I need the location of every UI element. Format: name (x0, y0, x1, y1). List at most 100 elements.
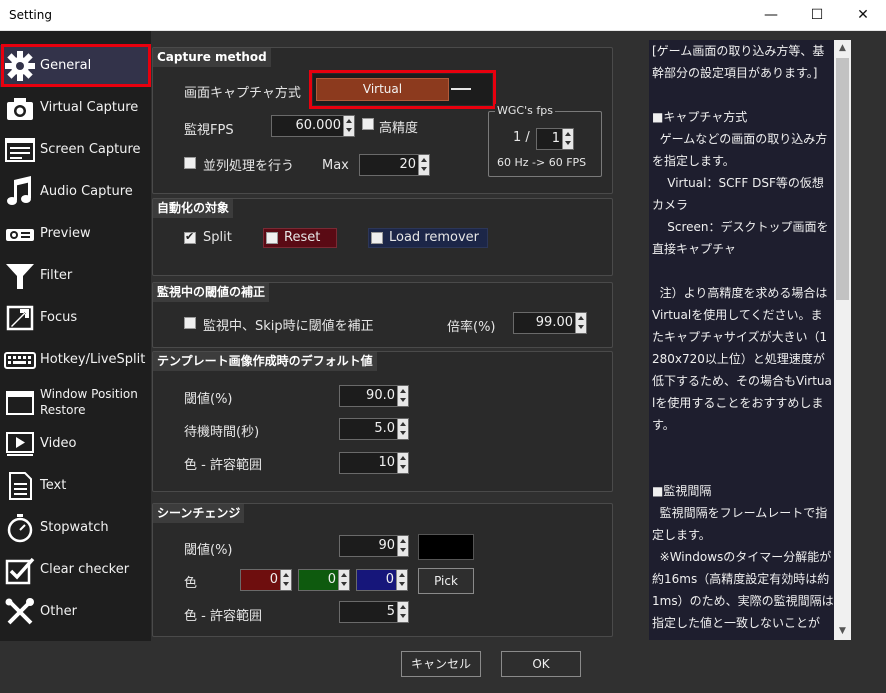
toggle-handle[interactable] (451, 88, 471, 90)
threshold-correction-checkbox[interactable] (184, 317, 196, 329)
wait-stepper[interactable]: 5.0 (339, 418, 409, 440)
wgc-fps-group: WGC's fps 1 / 1 60 Hz -> 60 FPS (488, 104, 602, 177)
scene-color-r-stepper[interactable]: 0 (240, 569, 292, 591)
screen-icon (5, 138, 35, 162)
title-bar: Setting — ☐ ✕ (0, 0, 886, 31)
sidebar-item-label: Screen Capture (40, 142, 141, 157)
sidebar-item-hotkey-livesplit[interactable]: Hotkey/LiveSplit (0, 339, 151, 381)
parallel-checkbox[interactable] (184, 157, 196, 169)
template-threshold-spin[interactable] (397, 386, 408, 406)
scroll-up-icon[interactable]: ▲ (834, 40, 851, 57)
sidebar-item-clear-checker[interactable]: Clear checker (0, 549, 151, 591)
split-label: Split (203, 230, 232, 245)
fps-spin[interactable] (343, 116, 354, 136)
scene-tolerance-stepper[interactable]: 5 (339, 601, 409, 623)
sidebar-item-label: Text (40, 478, 67, 493)
tools-icon (5, 598, 34, 625)
max-label: Max (322, 158, 349, 173)
ok-button[interactable]: OK (501, 651, 581, 677)
reset-checkbox[interactable] (266, 232, 278, 244)
sidebar-item-label: Hotkey/LiveSplit (40, 352, 146, 367)
scene-color-r-spin[interactable] (280, 570, 291, 590)
sidebar-item-text[interactable]: Text (0, 465, 151, 507)
wgc-spin[interactable] (562, 129, 573, 149)
description-text: [ゲーム画面の取り込み方等、基幹部分の設定項目があります。] ■キャプチャ方式 … (652, 44, 834, 630)
description-scrollbar[interactable]: ▲ ▼ (834, 40, 851, 640)
pick-button[interactable]: Pick (418, 568, 474, 594)
scene-threshold-label: 閾値(%) (184, 543, 233, 558)
sidebar-item-focus[interactable]: Focus (0, 297, 151, 339)
scene-tolerance-spin[interactable] (397, 602, 408, 622)
capture-method-toggle[interactable]: Virtual (313, 74, 492, 105)
sidebar-item-preview[interactable]: Preview (0, 213, 151, 255)
parallel-label: 並列処理を行う (203, 159, 295, 174)
load-remover-label: Load remover (389, 230, 480, 245)
scene-tolerance-label: 色 - 許容範囲 (184, 609, 262, 624)
load-remover-toggle[interactable]: Load remover (368, 228, 488, 248)
sidebar-item-stopwatch[interactable]: Stopwatch (0, 507, 151, 549)
scene-color-swatch[interactable] (418, 534, 474, 560)
sidebar-item-general[interactable]: General (0, 45, 151, 87)
cancel-button[interactable]: キャンセル (401, 651, 481, 677)
template-color-tolerance-stepper[interactable]: 10 (339, 452, 409, 474)
sidebar-item-filter[interactable]: Filter (0, 255, 151, 297)
high-precision-checkbox[interactable] (362, 118, 374, 130)
max-spin[interactable] (418, 155, 429, 175)
sidebar-item-label: Filter (40, 268, 73, 283)
scene-change-title: シーンチェンジ (153, 504, 245, 523)
ratio-value: 99.00 (535, 315, 573, 330)
sidebar-item-audio-capture[interactable]: Audio Capture (0, 171, 151, 213)
keyboard-icon (4, 352, 36, 369)
scene-color-g-value: 0 (327, 572, 336, 587)
scene-color-g-spin[interactable] (338, 570, 349, 590)
threshold-correction-title: 監視中の閾値の補正 (153, 283, 270, 302)
scene-color-b-stepper[interactable]: 0 (356, 569, 408, 591)
sidebar-item-screen-capture[interactable]: Screen Capture (0, 129, 151, 171)
template-threshold-value: 90.0 (366, 388, 395, 403)
settings-client: General Virtual Capture Screen Capture A… (0, 31, 886, 693)
close-button[interactable]: ✕ (840, 0, 886, 31)
wgc-info: 60 Hz -> 60 FPS (497, 156, 587, 169)
scene-color-g-stepper[interactable]: 0 (298, 569, 350, 591)
template-threshold-stepper[interactable]: 90.0 (339, 385, 409, 407)
sidebar-item-window-position-restore[interactable]: Window Position Restore (0, 381, 151, 423)
scene-threshold-spin[interactable] (397, 536, 408, 556)
wgc-denominator-value: 1 (551, 131, 560, 146)
sidebar-item-virtual-capture[interactable]: Virtual Capture (0, 87, 151, 129)
scroll-down-icon[interactable]: ▼ (834, 623, 851, 640)
load-remover-checkbox[interactable] (371, 232, 383, 244)
sidebar-item-label: Window Position Restore (40, 387, 138, 417)
template-defaults-title: テンプレート画像作成時のデフォルト値 (153, 352, 377, 371)
ratio-spin[interactable] (575, 313, 586, 333)
capture-method-label: 画面キャプチャ方式 (184, 86, 301, 101)
wait-spin[interactable] (397, 419, 408, 439)
scene-threshold-value: 90 (378, 538, 395, 553)
sidebar-item-label: Other (40, 604, 77, 619)
scene-threshold-stepper[interactable]: 90 (339, 535, 409, 557)
sidebar-item-video[interactable]: Video (0, 423, 151, 465)
split-checkbox[interactable] (184, 230, 196, 244)
wait-value: 5.0 (374, 421, 395, 436)
template-threshold-label: 閾値(%) (184, 392, 233, 407)
window-title: Setting (9, 8, 52, 22)
sidebar-item-label: Video (40, 436, 77, 451)
reset-toggle[interactable]: Reset (263, 228, 337, 248)
template-color-tolerance-spin[interactable] (397, 453, 408, 473)
window-icon (6, 391, 34, 415)
template-defaults-panel: テンプレート画像作成時のデフォルト値 閾値(%) 90.0 待機時間(秒) 5.… (152, 351, 613, 492)
scroll-thumb[interactable] (836, 58, 849, 300)
fps-stepper[interactable]: 60.000 (271, 115, 355, 137)
camera-icon (7, 98, 33, 120)
capture-method-virtual-button[interactable]: Virtual (316, 78, 449, 101)
scene-color-b-spin[interactable] (396, 570, 407, 590)
maximize-button[interactable]: ☐ (794, 0, 840, 31)
ratio-stepper[interactable]: 99.00 (513, 312, 587, 334)
sidebar-item-label: Audio Capture (40, 184, 133, 199)
minimize-button[interactable]: — (748, 0, 794, 31)
filter-icon (6, 264, 34, 289)
fps-label: 監視FPS (184, 123, 234, 138)
max-stepper[interactable]: 20 (359, 154, 430, 176)
wgc-denominator-stepper[interactable]: 1 (536, 128, 574, 150)
sidebar-item-other[interactable]: Other (0, 591, 151, 633)
text-icon (9, 472, 32, 500)
